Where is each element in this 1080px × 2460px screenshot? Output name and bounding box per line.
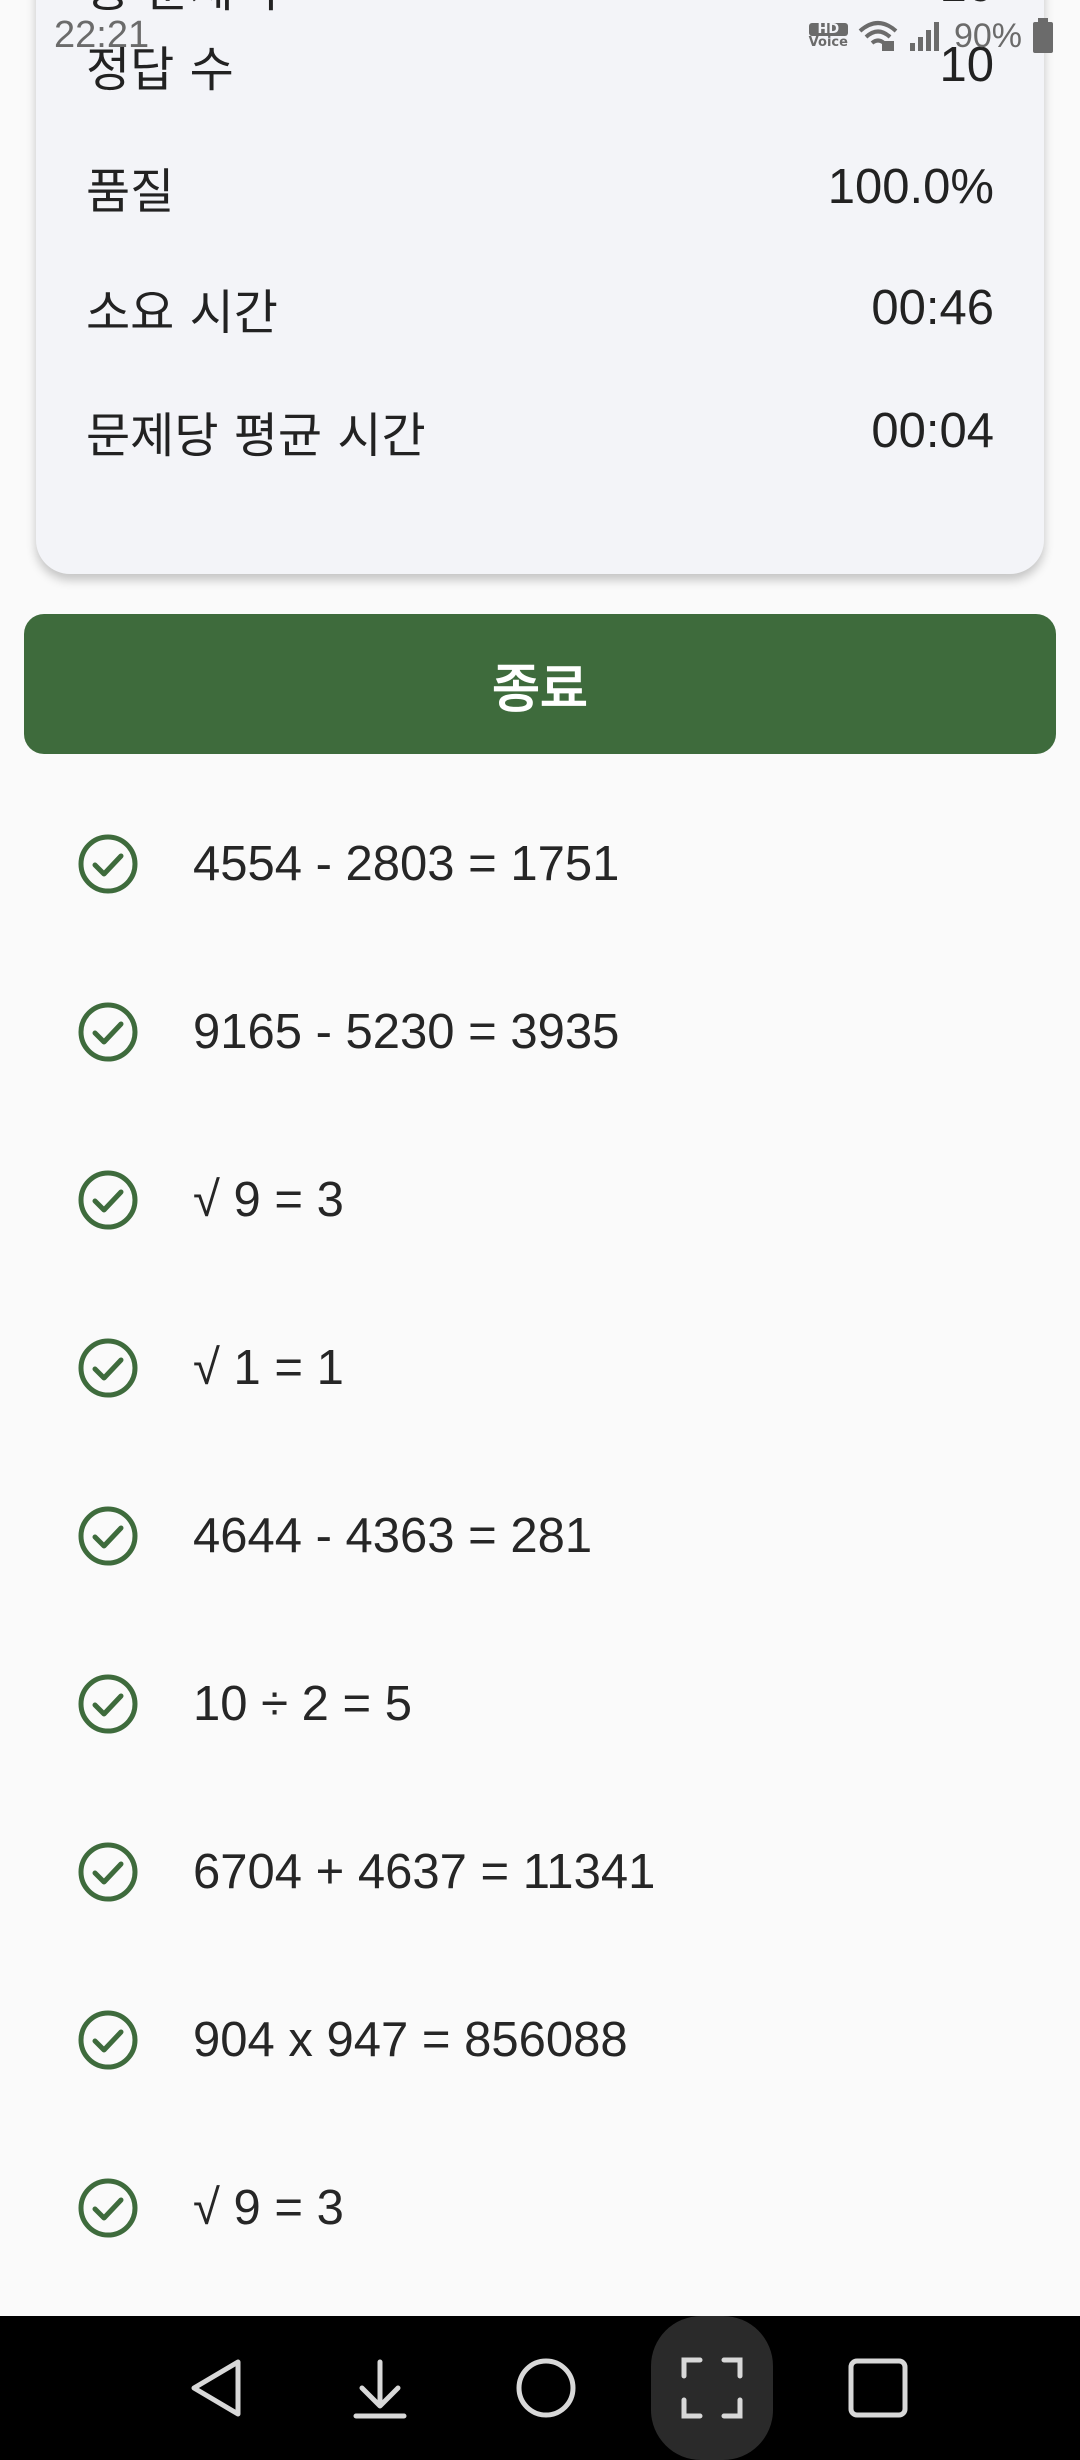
stat-label: 품질 (86, 164, 175, 220)
screen: 총 문제 수 10 정답 수 10 품질 100.0% 소요 시간 00:46 … (0, 0, 1080, 2460)
list-item[interactable]: 904 x 947 = 856088 (0, 1956, 1080, 2124)
signal-icon (909, 22, 939, 51)
screenshot-button[interactable] (651, 2316, 773, 2460)
back-icon (191, 2359, 241, 2417)
result-text: 9165 - 5230 = 3935 (193, 1005, 620, 1059)
stats-card: 총 문제 수 10 정답 수 10 품질 100.0% 소요 시간 00:46 … (36, 0, 1044, 574)
stat-row-elapsed: 소요 시간 00:46 (86, 263, 994, 353)
status-bar: 22:21 HD Voice 90% (0, 0, 1080, 72)
stat-label: 소요 시간 (86, 285, 278, 341)
check-circle-icon (78, 1170, 138, 1230)
list-item[interactable]: 9165 - 5230 = 3935 (0, 948, 1080, 1116)
stat-row-quality: 품질 100.0% (86, 142, 994, 232)
stat-value: 00:46 (871, 281, 994, 335)
hd-voice-icon: HD Voice (808, 22, 848, 50)
stat-label: 문제당 평균 시간 (86, 408, 426, 464)
battery-icon (1033, 18, 1053, 53)
result-text: 4644 - 4363 = 281 (193, 1509, 593, 1563)
list-item[interactable]: 10 ÷ 2 = 5 (0, 1620, 1080, 1788)
navigation-bar (0, 2316, 1080, 2460)
check-circle-icon (78, 1002, 138, 1062)
result-text: √ 1 = 1 (193, 1341, 344, 1395)
list-item[interactable]: √ 1 = 1 (0, 1284, 1080, 1452)
list-item[interactable]: √ 9 = 3 (0, 1116, 1080, 1284)
download-icon (353, 2359, 407, 2419)
check-circle-icon (78, 1842, 138, 1902)
list-item[interactable]: 4644 - 4363 = 281 (0, 1452, 1080, 1620)
result-text: 6704 + 4637 = 11341 (193, 1845, 656, 1899)
screenshot-icon (681, 2357, 743, 2419)
status-icons: HD Voice 90% (808, 16, 1054, 56)
finish-button[interactable]: 종료 (24, 614, 1056, 754)
list-item[interactable]: 4554 - 2803 = 1751 (0, 780, 1080, 948)
home-button[interactable] (496, 2338, 596, 2438)
result-text: √ 9 = 3 (193, 2181, 344, 2235)
recents-icon (848, 2358, 908, 2418)
result-text: 904 x 947 = 856088 (193, 2013, 628, 2067)
list-item[interactable]: √ 9 = 3 (0, 2124, 1080, 2292)
result-text: 4554 - 2803 = 1751 (193, 837, 620, 891)
wifi-icon (858, 21, 898, 51)
stat-row-average: 문제당 평균 시간 00:04 (86, 386, 994, 476)
stat-value: 100.0% (827, 160, 994, 214)
home-icon (516, 2358, 576, 2418)
download-button[interactable] (330, 2338, 430, 2438)
check-circle-icon (78, 1674, 138, 1734)
check-circle-icon (78, 2010, 138, 2070)
result-text: √ 9 = 3 (193, 1173, 344, 1227)
stat-value: 00:04 (871, 404, 994, 458)
battery-percent: 90% (953, 16, 1022, 55)
status-time: 22:21 (54, 14, 150, 56)
check-circle-icon (78, 1338, 138, 1398)
check-circle-icon (78, 2178, 138, 2238)
back-button[interactable] (166, 2338, 266, 2438)
check-circle-icon (78, 834, 138, 894)
list-item[interactable]: 6704 + 4637 = 11341 (0, 1788, 1080, 1956)
recents-button[interactable] (828, 2338, 928, 2438)
result-text: 10 ÷ 2 = 5 (193, 1677, 412, 1731)
check-circle-icon (78, 1506, 138, 1566)
